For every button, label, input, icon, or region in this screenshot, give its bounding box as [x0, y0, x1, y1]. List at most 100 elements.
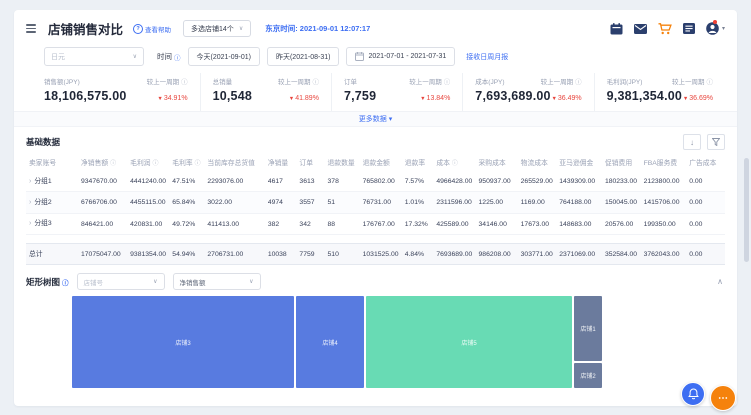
- col-header[interactable]: 毛利率 ⓘ: [169, 153, 204, 171]
- info-icon: ⓘ: [62, 279, 69, 287]
- expand-row-icon[interactable]: ›: [29, 220, 31, 227]
- table-cell: 150045.00: [601, 191, 641, 214]
- filter-button[interactable]: [707, 134, 725, 150]
- treemap-block-store2[interactable]: 店铺2: [574, 363, 602, 389]
- col-header[interactable]: FBA服务费: [641, 153, 687, 171]
- treemap-metric-select[interactable]: 净销售额 ∨: [172, 273, 261, 291]
- calendar-icon[interactable]: [610, 22, 623, 35]
- col-header[interactable]: 订单: [296, 153, 324, 171]
- kpi-delta: 36.69%: [689, 95, 714, 102]
- table-cell: 2371069.00: [556, 243, 602, 266]
- row-group-name: 分组1: [34, 177, 52, 185]
- more-data-link[interactable]: 更多数据 ▾: [359, 114, 392, 124]
- chevron-down-icon: ∨: [238, 26, 244, 32]
- topbar: 店铺销售对比 ? 查看帮助 多选店铺14个 ∨ 东京时间: 2021-09-01…: [14, 10, 737, 40]
- col-header[interactable]: 采购成本: [476, 153, 518, 171]
- sidebar-toggle-icon[interactable]: [24, 22, 38, 35]
- down-arrow-icon: ▼: [551, 96, 557, 102]
- col-header[interactable]: 净销售额 ⓘ: [78, 153, 127, 171]
- col-header[interactable]: 广告成本: [686, 153, 725, 171]
- store-multiselect[interactable]: 多选店铺14个 ∨: [183, 20, 252, 37]
- table-cell: 2123800.00: [640, 171, 687, 193]
- user-menu[interactable]: ▾: [706, 20, 725, 35]
- col-header[interactable]: 净销量: [265, 153, 297, 171]
- treemap-right-column: 店铺1 店铺2: [574, 296, 602, 389]
- table-cell: 65.84%: [169, 191, 205, 214]
- col-header[interactable]: 毛利润 ⓘ: [127, 153, 169, 171]
- col-header[interactable]: 当前库存总货值: [204, 153, 264, 171]
- down-arrow-icon: ▼: [682, 96, 689, 102]
- avatar-icon: [706, 22, 719, 35]
- kpi-label: 销售额(JPY): [44, 79, 80, 86]
- table-cell: 378: [324, 171, 360, 193]
- table-cell: 3613: [296, 171, 325, 193]
- kpi-cost: 成本(JPY) 较上一周期 ⓘ 7,693,689.00 ▼36.49%: [462, 73, 593, 111]
- col-header[interactable]: 促销费用: [602, 153, 641, 171]
- download-button[interactable]: ↓: [683, 134, 701, 150]
- table-cell: 0.00: [686, 213, 725, 236]
- table-cell: 303771.00: [517, 243, 557, 266]
- table-cell: 765802.00: [359, 171, 402, 193]
- treemap-block-store3[interactable]: 店铺3: [72, 296, 294, 389]
- mail-icon[interactable]: [633, 23, 647, 34]
- collapse-section-icon[interactable]: ∧: [717, 277, 723, 286]
- col-header[interactable]: 物流成本: [518, 153, 557, 171]
- table-cell: 88: [324, 213, 360, 236]
- report-icon[interactable]: [682, 23, 695, 34]
- table-cell: 34146.00: [475, 213, 518, 236]
- date-range-picker[interactable]: 2021-07-01 - 2021-07-31: [346, 47, 456, 66]
- down-arrow-icon: ▼: [157, 96, 163, 102]
- table-cell: 3557: [296, 191, 325, 214]
- table-cell: 764188.00: [556, 191, 602, 214]
- table-cell: 0.00: [686, 191, 725, 214]
- treemap-block-store4[interactable]: 店铺4: [296, 296, 364, 389]
- vertical-scrollbar[interactable]: [744, 158, 749, 262]
- table-cell: 7693689.00: [433, 243, 476, 266]
- expand-row-icon[interactable]: ›: [29, 178, 31, 185]
- col-header[interactable]: 退款金额: [360, 153, 402, 171]
- treemap-block-store1[interactable]: 店铺1: [574, 296, 602, 362]
- table-total-row: 总计 17075047.00 9381354.00 54.94% 2706731…: [26, 243, 725, 266]
- col-header[interactable]: 卖家账号: [26, 153, 78, 171]
- table-cell: 4441240.00: [127, 171, 170, 193]
- kpi-orders: 订单 较上一周期 ⓘ 7,759 ▼13.84%: [330, 73, 462, 111]
- yesterday-button[interactable]: 昨天(2021-08-31): [266, 47, 340, 66]
- table-row: › 分组3 846421.00 420831.00 49.72% 411413.0…: [26, 213, 725, 236]
- table-cell: 51: [324, 191, 360, 214]
- customer-service-fab[interactable]: ⋯: [710, 385, 736, 411]
- table-cell: 17.32%: [401, 213, 434, 236]
- col-header[interactable]: 亚马逊佣金: [556, 153, 602, 171]
- question-icon: ?: [133, 23, 144, 34]
- table-cell: 425589.00: [433, 213, 476, 236]
- info-icon: ⓘ: [451, 161, 458, 167]
- table-cell: 10038: [264, 243, 297, 266]
- currency-select[interactable]: 日元 ∨: [44, 47, 144, 66]
- treemap-dimension-select[interactable]: 店铺号 ∨: [76, 273, 165, 291]
- cart-icon[interactable]: [658, 22, 672, 35]
- kpi-gross-profit: 毛利润(JPY) 较上一周期 ⓘ 9,381,354.00 ▼36.69%: [593, 73, 725, 111]
- table-cell: 352584.00: [601, 243, 641, 266]
- kpi-compare-label: 较上一周期: [409, 79, 442, 86]
- notifications-fab[interactable]: [681, 382, 705, 406]
- more-data-strip: 更多数据 ▾: [14, 112, 737, 127]
- col-header[interactable]: 成本 ⓘ: [433, 153, 475, 171]
- treemap-block-store5[interactable]: 店铺5: [366, 296, 572, 389]
- report-subscribe-link[interactable]: 接收日周月报: [466, 52, 508, 62]
- col-header[interactable]: 退款率: [402, 153, 434, 171]
- table-cell: 76731.00: [359, 191, 402, 214]
- kpi-value: 7,759: [343, 89, 377, 103]
- main-card: 店铺销售对比 ? 查看帮助 多选店铺14个 ∨ 东京时间: 2021-09-01…: [14, 10, 737, 406]
- table-cell: 3022.00: [204, 191, 265, 214]
- col-header[interactable]: 退款数量: [325, 153, 360, 171]
- expand-row-icon[interactable]: ›: [29, 199, 31, 206]
- table-cell: 1439309.00: [556, 171, 602, 193]
- table-cell: 342: [296, 213, 325, 236]
- kpi-label: 成本(JPY): [475, 79, 505, 86]
- table-cell: 4974: [264, 191, 297, 214]
- table-cell: 4966428.00: [433, 171, 476, 193]
- bell-icon: [687, 388, 699, 400]
- today-button[interactable]: 今天(2021-09-01): [187, 47, 260, 66]
- table-cell: 1415706.00: [640, 191, 687, 214]
- help-link[interactable]: ? 查看帮助: [133, 23, 171, 34]
- table-cell: 420831.00: [127, 213, 170, 236]
